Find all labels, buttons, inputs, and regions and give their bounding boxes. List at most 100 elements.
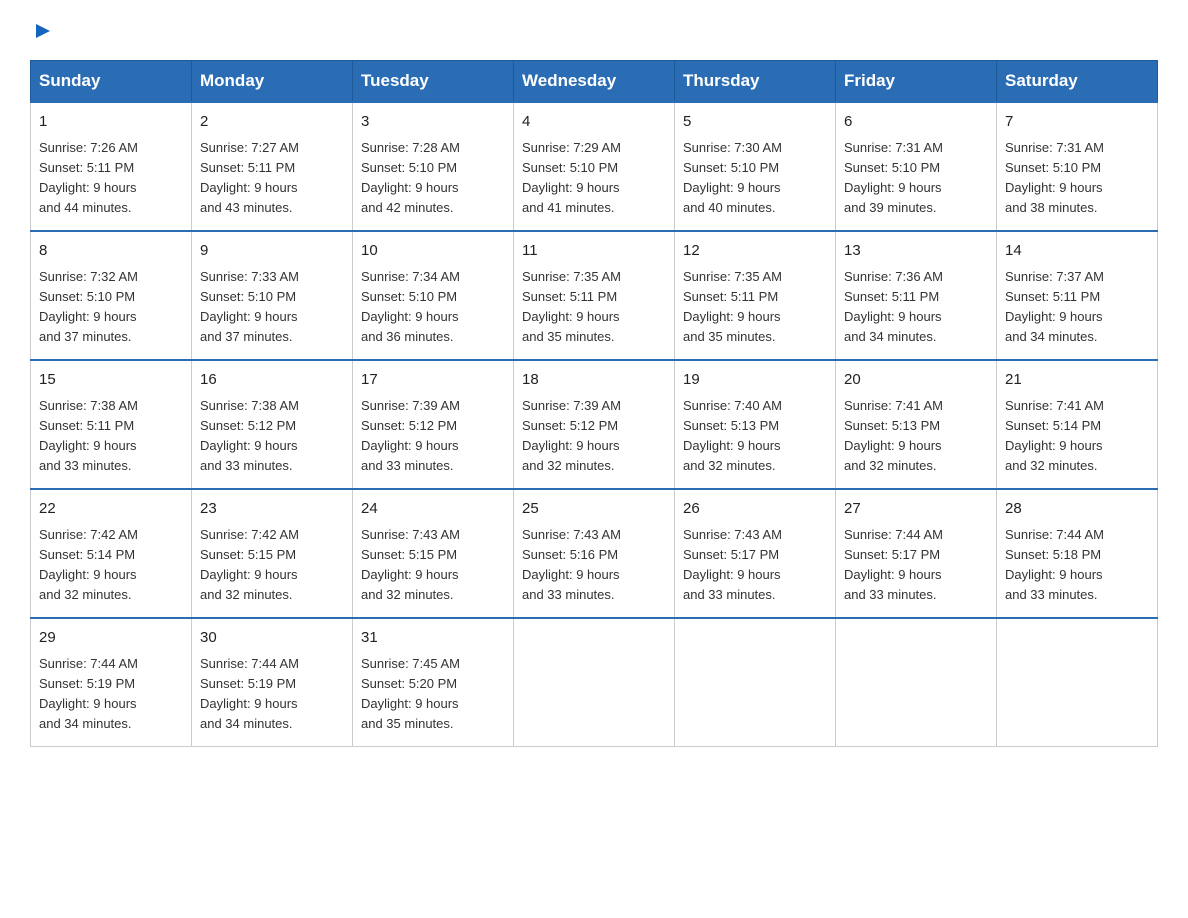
page-header: [30, 20, 1158, 42]
day-info: Sunrise: 7:27 AMSunset: 5:11 PMDaylight:…: [200, 140, 299, 215]
day-number: 2: [200, 111, 344, 134]
calendar-cell: 20 Sunrise: 7:41 AMSunset: 5:13 PMDaylig…: [836, 360, 997, 489]
day-number: 24: [361, 498, 505, 521]
day-header-tuesday: Tuesday: [353, 61, 514, 103]
calendar-cell: 3 Sunrise: 7:28 AMSunset: 5:10 PMDayligh…: [353, 102, 514, 231]
day-header-wednesday: Wednesday: [514, 61, 675, 103]
calendar-cell: 14 Sunrise: 7:37 AMSunset: 5:11 PMDaylig…: [997, 231, 1158, 360]
day-number: 28: [1005, 498, 1149, 521]
calendar-week-row: 8 Sunrise: 7:32 AMSunset: 5:10 PMDayligh…: [31, 231, 1158, 360]
day-header-friday: Friday: [836, 61, 997, 103]
day-number: 9: [200, 240, 344, 263]
calendar-cell: 11 Sunrise: 7:35 AMSunset: 5:11 PMDaylig…: [514, 231, 675, 360]
calendar-cell: 10 Sunrise: 7:34 AMSunset: 5:10 PMDaylig…: [353, 231, 514, 360]
day-info: Sunrise: 7:30 AMSunset: 5:10 PMDaylight:…: [683, 140, 782, 215]
day-info: Sunrise: 7:39 AMSunset: 5:12 PMDaylight:…: [361, 398, 460, 473]
calendar-cell: 8 Sunrise: 7:32 AMSunset: 5:10 PMDayligh…: [31, 231, 192, 360]
calendar-cell: 25 Sunrise: 7:43 AMSunset: 5:16 PMDaylig…: [514, 489, 675, 618]
day-number: 4: [522, 111, 666, 134]
calendar-cell: 7 Sunrise: 7:31 AMSunset: 5:10 PMDayligh…: [997, 102, 1158, 231]
day-number: 21: [1005, 369, 1149, 392]
calendar-cell: [997, 618, 1158, 747]
calendar-cell: 13 Sunrise: 7:36 AMSunset: 5:11 PMDaylig…: [836, 231, 997, 360]
calendar-cell: 24 Sunrise: 7:43 AMSunset: 5:15 PMDaylig…: [353, 489, 514, 618]
day-number: 29: [39, 627, 183, 650]
day-info: Sunrise: 7:44 AMSunset: 5:19 PMDaylight:…: [39, 656, 138, 731]
calendar-cell: 26 Sunrise: 7:43 AMSunset: 5:17 PMDaylig…: [675, 489, 836, 618]
calendar-cell: 17 Sunrise: 7:39 AMSunset: 5:12 PMDaylig…: [353, 360, 514, 489]
day-number: 12: [683, 240, 827, 263]
day-number: 18: [522, 369, 666, 392]
day-info: Sunrise: 7:38 AMSunset: 5:11 PMDaylight:…: [39, 398, 138, 473]
calendar-cell: [675, 618, 836, 747]
calendar-cell: 27 Sunrise: 7:44 AMSunset: 5:17 PMDaylig…: [836, 489, 997, 618]
day-number: 25: [522, 498, 666, 521]
day-number: 16: [200, 369, 344, 392]
day-number: 17: [361, 369, 505, 392]
day-info: Sunrise: 7:43 AMSunset: 5:16 PMDaylight:…: [522, 527, 621, 602]
day-info: Sunrise: 7:43 AMSunset: 5:17 PMDaylight:…: [683, 527, 782, 602]
day-info: Sunrise: 7:35 AMSunset: 5:11 PMDaylight:…: [683, 269, 782, 344]
day-info: Sunrise: 7:44 AMSunset: 5:19 PMDaylight:…: [200, 656, 299, 731]
calendar-cell: 15 Sunrise: 7:38 AMSunset: 5:11 PMDaylig…: [31, 360, 192, 489]
calendar-table: SundayMondayTuesdayWednesdayThursdayFrid…: [30, 60, 1158, 747]
day-info: Sunrise: 7:40 AMSunset: 5:13 PMDaylight:…: [683, 398, 782, 473]
calendar-cell: 12 Sunrise: 7:35 AMSunset: 5:11 PMDaylig…: [675, 231, 836, 360]
calendar-cell: 4 Sunrise: 7:29 AMSunset: 5:10 PMDayligh…: [514, 102, 675, 231]
calendar-cell: 30 Sunrise: 7:44 AMSunset: 5:19 PMDaylig…: [192, 618, 353, 747]
calendar-cell: 5 Sunrise: 7:30 AMSunset: 5:10 PMDayligh…: [675, 102, 836, 231]
calendar-cell: 31 Sunrise: 7:45 AMSunset: 5:20 PMDaylig…: [353, 618, 514, 747]
calendar-cell: 29 Sunrise: 7:44 AMSunset: 5:19 PMDaylig…: [31, 618, 192, 747]
day-info: Sunrise: 7:42 AMSunset: 5:15 PMDaylight:…: [200, 527, 299, 602]
day-number: 14: [1005, 240, 1149, 263]
day-info: Sunrise: 7:31 AMSunset: 5:10 PMDaylight:…: [844, 140, 943, 215]
day-info: Sunrise: 7:31 AMSunset: 5:10 PMDaylight:…: [1005, 140, 1104, 215]
day-header-monday: Monday: [192, 61, 353, 103]
day-number: 11: [522, 240, 666, 263]
calendar-cell: [514, 618, 675, 747]
day-number: 30: [200, 627, 344, 650]
day-info: Sunrise: 7:41 AMSunset: 5:13 PMDaylight:…: [844, 398, 943, 473]
calendar-cell: 21 Sunrise: 7:41 AMSunset: 5:14 PMDaylig…: [997, 360, 1158, 489]
calendar-cell: [836, 618, 997, 747]
day-number: 3: [361, 111, 505, 134]
day-info: Sunrise: 7:35 AMSunset: 5:11 PMDaylight:…: [522, 269, 621, 344]
calendar-cell: 28 Sunrise: 7:44 AMSunset: 5:18 PMDaylig…: [997, 489, 1158, 618]
day-number: 7: [1005, 111, 1149, 134]
calendar-cell: 18 Sunrise: 7:39 AMSunset: 5:12 PMDaylig…: [514, 360, 675, 489]
day-info: Sunrise: 7:41 AMSunset: 5:14 PMDaylight:…: [1005, 398, 1104, 473]
day-header-saturday: Saturday: [997, 61, 1158, 103]
day-number: 19: [683, 369, 827, 392]
day-header-sunday: Sunday: [31, 61, 192, 103]
calendar-week-row: 22 Sunrise: 7:42 AMSunset: 5:14 PMDaylig…: [31, 489, 1158, 618]
day-number: 10: [361, 240, 505, 263]
calendar-week-row: 1 Sunrise: 7:26 AMSunset: 5:11 PMDayligh…: [31, 102, 1158, 231]
day-info: Sunrise: 7:26 AMSunset: 5:11 PMDaylight:…: [39, 140, 138, 215]
day-info: Sunrise: 7:44 AMSunset: 5:18 PMDaylight:…: [1005, 527, 1104, 602]
day-number: 15: [39, 369, 183, 392]
day-number: 5: [683, 111, 827, 134]
day-info: Sunrise: 7:39 AMSunset: 5:12 PMDaylight:…: [522, 398, 621, 473]
day-number: 6: [844, 111, 988, 134]
logo-arrow-icon: [32, 20, 54, 42]
day-number: 31: [361, 627, 505, 650]
calendar-cell: 19 Sunrise: 7:40 AMSunset: 5:13 PMDaylig…: [675, 360, 836, 489]
day-number: 23: [200, 498, 344, 521]
day-number: 27: [844, 498, 988, 521]
day-info: Sunrise: 7:34 AMSunset: 5:10 PMDaylight:…: [361, 269, 460, 344]
calendar-cell: 6 Sunrise: 7:31 AMSunset: 5:10 PMDayligh…: [836, 102, 997, 231]
day-info: Sunrise: 7:37 AMSunset: 5:11 PMDaylight:…: [1005, 269, 1104, 344]
logo: [30, 20, 54, 42]
day-number: 8: [39, 240, 183, 263]
calendar-week-row: 15 Sunrise: 7:38 AMSunset: 5:11 PMDaylig…: [31, 360, 1158, 489]
day-header-thursday: Thursday: [675, 61, 836, 103]
day-info: Sunrise: 7:32 AMSunset: 5:10 PMDaylight:…: [39, 269, 138, 344]
day-number: 1: [39, 111, 183, 134]
day-info: Sunrise: 7:33 AMSunset: 5:10 PMDaylight:…: [200, 269, 299, 344]
day-info: Sunrise: 7:38 AMSunset: 5:12 PMDaylight:…: [200, 398, 299, 473]
day-info: Sunrise: 7:42 AMSunset: 5:14 PMDaylight:…: [39, 527, 138, 602]
day-info: Sunrise: 7:44 AMSunset: 5:17 PMDaylight:…: [844, 527, 943, 602]
calendar-cell: 16 Sunrise: 7:38 AMSunset: 5:12 PMDaylig…: [192, 360, 353, 489]
calendar-cell: 9 Sunrise: 7:33 AMSunset: 5:10 PMDayligh…: [192, 231, 353, 360]
calendar-cell: 2 Sunrise: 7:27 AMSunset: 5:11 PMDayligh…: [192, 102, 353, 231]
